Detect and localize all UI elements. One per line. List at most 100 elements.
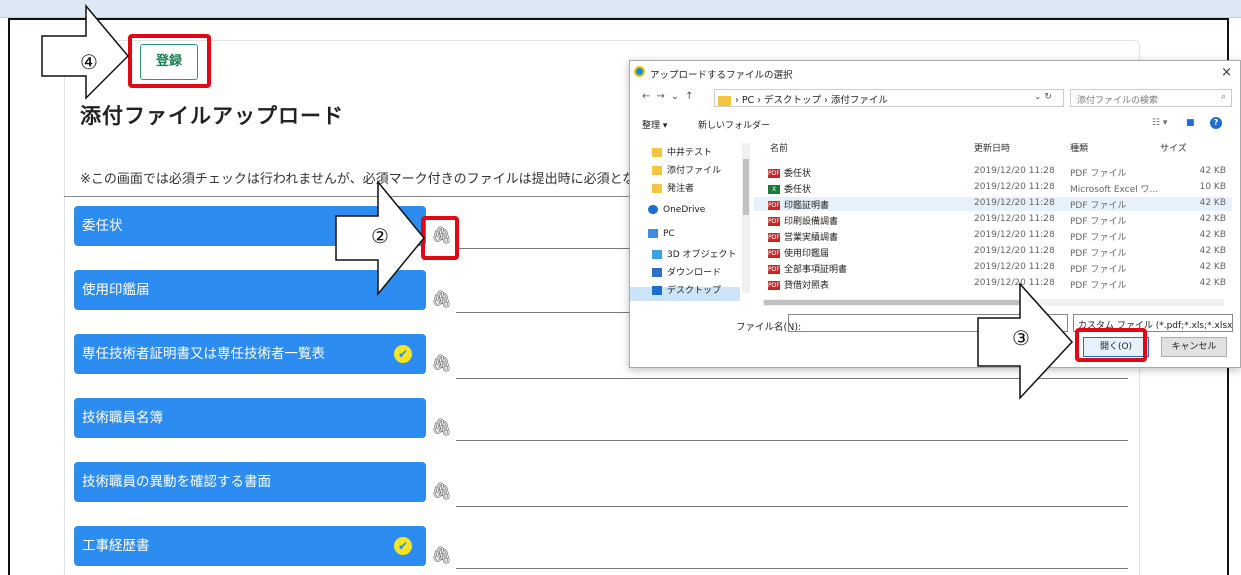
tree-label: OneDrive: [663, 205, 706, 215]
tree-item[interactable]: PC: [648, 229, 675, 239]
organize-button[interactable]: 整理 ▾: [642, 118, 667, 131]
file-list: PDF 委任状 2019/12/20 11:28 PDF ファイル 42 KB X…: [754, 157, 1232, 293]
file-size: 42 KB: [1199, 262, 1226, 272]
file-date: 2019/12/20 11:28: [974, 230, 1055, 240]
file-date: 2019/12/20 11:28: [974, 182, 1055, 192]
pdf-file-icon: PDF: [768, 249, 780, 258]
file-size: 42 KB: [1199, 214, 1226, 224]
view-icon[interactable]: ☷ ▾: [1152, 118, 1167, 128]
file-row[interactable]: PDF 印刷設備調書 2019/12/20 11:28 PDF ファイル 42 K…: [754, 213, 1232, 227]
help-icon[interactable]: ?: [1210, 117, 1222, 129]
file-name: 使用印鑑届: [784, 249, 830, 259]
file-row[interactable]: X 委任状 2019/12/20 11:28 Microsoft Excel ワ.…: [754, 181, 1232, 195]
doc-label: 技術職員の異動を確認する書面: [82, 474, 271, 490]
file-type: PDF ファイル: [1070, 201, 1127, 211]
file-type: PDF ファイル: [1070, 281, 1127, 291]
breadcrumb: › PC › デスクトップ › 添付ファイル: [718, 92, 888, 106]
pdf-file-icon: PDF: [768, 169, 780, 178]
folder-icon: [652, 148, 662, 157]
open-button-highlight: [1075, 328, 1147, 362]
paperclip-icon[interactable]: 🖇: [431, 546, 453, 566]
search-icon: ⌕: [1220, 92, 1226, 102]
navigation-tree: 中井テスト 添付ファイル 発注者 OneDrive PC 3D オブジェクト ダ…: [630, 137, 756, 305]
doc-label: 技術職員名簿: [82, 410, 163, 426]
file-date: 2019/12/20 11:28: [974, 166, 1055, 176]
excel-file-icon: X: [768, 185, 780, 194]
tree-label: 発注者: [667, 184, 695, 194]
file-size: 42 KB: [1199, 198, 1226, 208]
file-row[interactable]: PDF 委任状 2019/12/20 11:28 PDF ファイル 42 KB: [754, 165, 1232, 179]
dialog-toolbar: 整理 ▾ 新しいフォルダー ☷ ▾ ■ ?: [630, 114, 1241, 134]
paperclip-highlight: [421, 216, 459, 260]
file-name: 営業実績調書: [784, 233, 839, 243]
doc-label: 工事経歴書: [82, 538, 150, 554]
file-size: 42 KB: [1199, 278, 1226, 288]
folder-icon: [652, 166, 662, 175]
cancel-button[interactable]: キャンセル: [1161, 337, 1227, 357]
pc-icon: [648, 229, 658, 238]
file-field-line: [456, 440, 1128, 441]
tree-item[interactable]: OneDrive: [648, 205, 705, 215]
folder-icon: [718, 95, 731, 106]
new-folder-button[interactable]: 新しいフォルダー: [698, 118, 770, 131]
search-placeholder: 添付ファイルの検索: [1077, 96, 1159, 106]
browser-icon: [634, 66, 645, 77]
file-size: 42 KB: [1199, 230, 1226, 240]
file-name: 委任状: [784, 169, 812, 179]
close-icon[interactable]: ×: [1221, 65, 1232, 80]
doc-label: 委任状: [82, 218, 123, 234]
paperclip-icon[interactable]: 🖇: [431, 418, 453, 438]
file-date: 2019/12/20 11:28: [974, 246, 1055, 256]
page-title: 添付ファイルアップロード: [80, 104, 344, 128]
file-type: PDF ファイル: [1070, 265, 1127, 275]
paperclip-icon[interactable]: 🖇: [431, 354, 453, 374]
search-input[interactable]: 添付ファイルの検索 ⌕: [1070, 89, 1232, 107]
file-type: Microsoft Excel ワ...: [1070, 185, 1159, 195]
tree-item[interactable]: ダウンロード: [652, 265, 721, 278]
file-type: PDF ファイル: [1070, 233, 1127, 243]
file-name: 印刷設備調書: [784, 217, 839, 227]
paperclip-icon[interactable]: 🖇: [431, 290, 453, 310]
file-size: 42 KB: [1199, 246, 1226, 256]
tree-item[interactable]: 発注者: [652, 181, 694, 194]
doc-button-work-history[interactable]: 工事経歴書 ✔: [74, 526, 426, 566]
required-check-icon: ✔: [394, 537, 412, 555]
file-date: 2019/12/20 11:28: [974, 198, 1055, 208]
preview-pane-icon[interactable]: ■: [1186, 118, 1195, 128]
column-date[interactable]: 更新日時: [974, 141, 1010, 154]
callout-number-4: ④: [80, 50, 98, 74]
callout-number-2: ②: [371, 224, 389, 248]
file-type: PDF ファイル: [1070, 169, 1127, 179]
tree-scrollbar[interactable]: [740, 137, 752, 307]
tree-item[interactable]: 3D オブジェクト: [652, 247, 737, 260]
paperclip-icon[interactable]: 🖇: [431, 482, 453, 502]
file-row[interactable]: PDF 営業実績調書 2019/12/20 11:28 PDF ファイル 42 K…: [754, 229, 1232, 243]
file-name: 委任状: [784, 185, 812, 195]
column-size[interactable]: サイズ: [1160, 141, 1187, 154]
file-row-selected[interactable]: PDF 印鑑証明書 2019/12/20 11:28 PDF ファイル 42 KB: [754, 197, 1232, 211]
tree-label: デスクトップ: [667, 286, 722, 296]
column-type[interactable]: 種類: [1070, 141, 1088, 154]
file-name: 貸借対照表: [784, 281, 830, 291]
doc-button-staff-list[interactable]: 技術職員名簿: [74, 398, 426, 438]
file-size: 42 KB: [1199, 166, 1226, 176]
folder-icon: [652, 184, 662, 193]
refresh-icon[interactable]: ⌄ ↻: [1034, 92, 1052, 102]
pdf-file-icon: PDF: [768, 265, 780, 274]
tree-item[interactable]: 添付ファイル: [652, 163, 721, 176]
file-row[interactable]: PDF 全部事項証明書 2019/12/20 11:28 PDF ファイル 42 …: [754, 261, 1232, 275]
doc-button-engineer-certificate[interactable]: 専任技術者証明書又は専任技術者一覧表 ✔: [74, 334, 426, 374]
tree-item-selected[interactable]: デスクトップ: [652, 283, 721, 296]
cube-icon: [652, 250, 662, 259]
back-forward-icon[interactable]: ←→⌄↑: [642, 91, 700, 102]
file-name: 印鑑証明書: [784, 201, 830, 211]
register-highlight: [128, 34, 211, 88]
column-name[interactable]: 名前: [770, 141, 788, 154]
doc-button-staff-transfer[interactable]: 技術職員の異動を確認する書面: [74, 462, 426, 502]
pdf-file-icon: PDF: [768, 281, 780, 290]
tree-label: PC: [663, 229, 675, 239]
tree-item[interactable]: 中井テスト: [652, 145, 712, 158]
callout-number-3: ③: [1012, 326, 1030, 350]
required-check-icon: ✔: [394, 345, 412, 363]
file-row[interactable]: PDF 使用印鑑届 2019/12/20 11:28 PDF ファイル 42 KB: [754, 245, 1232, 259]
